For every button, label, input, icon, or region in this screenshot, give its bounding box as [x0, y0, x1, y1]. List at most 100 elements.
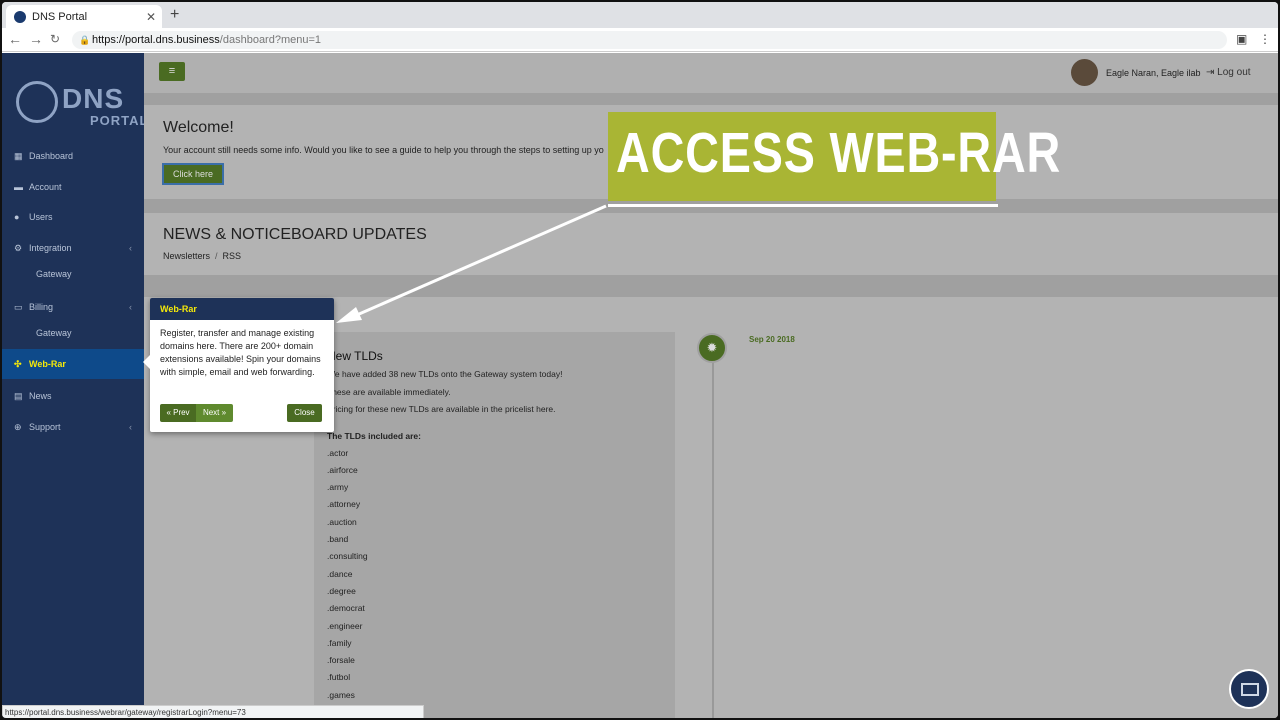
welcome-title: Welcome! [163, 119, 234, 136]
forward-icon[interactable]: → [29, 31, 43, 47]
billing-icon: ▭ [14, 301, 23, 312]
browser-toolbar: ← → ↻ 🔒 https://portal.dns.business/dash… [2, 28, 1278, 52]
tld-list-header: The TLDs included are: [327, 430, 421, 441]
post-date: Sep 20 2018 [749, 335, 795, 344]
support-icon: ⊕ [14, 421, 22, 432]
tld-item: .airforce [327, 464, 358, 475]
logo-mark-icon [16, 81, 58, 123]
extension-icon[interactable]: ▣ [1236, 32, 1247, 46]
sidebar-item-web-rar[interactable]: ✣ Web-Rar [2, 349, 144, 379]
sidebar-item-label: News [29, 391, 52, 401]
news-header-panel: NEWS & NOTICEBOARD UPDATES Newsletters / R… [144, 213, 1278, 275]
logo-dns: DNS [62, 83, 125, 114]
timeline-gear-icon: ✹ [697, 333, 727, 363]
tld-item: .band [327, 534, 349, 544]
user-name[interactable]: Eagle Naran, Eagle ilab [1106, 68, 1201, 78]
dashboard-icon: ▦ [14, 150, 23, 161]
chevron-left-icon: ‹ [129, 302, 132, 312]
sidebar-item-support[interactable]: ⊕ Support ‹ [2, 412, 144, 442]
address-bar[interactable]: 🔒 https://portal.dns.business/dashboard?… [72, 31, 1227, 49]
post-line: We have added 38 new TLDs onto the Gatew… [327, 369, 563, 379]
tld-item: .consulting [327, 551, 368, 562]
popover-body: Register, transfer and manage existing d… [160, 328, 321, 377]
logout-label: Log out [1217, 67, 1251, 78]
close-tab-icon[interactable]: ✕ [146, 10, 156, 24]
new-tab-button[interactable]: + [170, 6, 179, 24]
logout-icon: ⇥ [1206, 67, 1215, 78]
breadcrumb-rss[interactable]: RSS [223, 251, 242, 261]
top-bar: ≡ Eagle Naran, Eagle ilab ⇥ Log out [144, 53, 1278, 93]
welcome-text: Your account still needs some info. Woul… [163, 145, 604, 155]
sidebar-item-account[interactable]: ▬ Account [2, 172, 144, 202]
tld-item: .games [327, 689, 355, 700]
tld-item: .army [327, 482, 349, 493]
post-title: New TLDs [327, 349, 383, 363]
sidebar-item-integration-gateway[interactable]: Gateway [2, 259, 144, 289]
sidebar-item-news[interactable]: ▤ News [2, 381, 144, 411]
next-button[interactable]: Next » [196, 404, 233, 422]
news-icon: ▤ [14, 390, 23, 401]
envelope-icon [1241, 683, 1259, 696]
logo-portal: PORTAL [90, 113, 149, 128]
sidebar-item-label: Web-Rar [29, 359, 66, 369]
tld-item: .democrat [327, 603, 365, 614]
tab-title: DNS Portal [32, 10, 88, 23]
breadcrumb: Newsletters / RSS [163, 251, 242, 261]
browser-menu-icon[interactable]: ⋮ [1259, 32, 1271, 46]
sidebar-item-label: Support [29, 422, 61, 432]
chevron-left-icon: ‹ [129, 422, 132, 432]
close-button[interactable]: Close [287, 404, 322, 422]
prev-button[interactable]: « Prev [160, 404, 196, 422]
tld-item: .futbol [327, 672, 351, 683]
sidebar-item-billing-gateway[interactable]: Gateway [2, 318, 144, 348]
users-icon: ● [14, 212, 20, 222]
web-rar-tour-popover: Web-Rar Register, transfer and manage ex… [143, 298, 334, 432]
reload-icon[interactable]: ↻ [50, 32, 60, 46]
sidebar-item-label: Users [29, 212, 53, 222]
page-title: NEWS & NOTICEBOARD UPDATES [163, 226, 427, 243]
click-here-button[interactable]: Click here [162, 163, 224, 185]
news-post-card: New TLDs We have added 38 new TLDs onto … [314, 332, 675, 718]
avatar[interactable] [1071, 59, 1098, 86]
back-icon[interactable]: ← [8, 31, 22, 47]
sidebar-item-label: Dashboard [29, 151, 74, 161]
breadcrumb-newsletters[interactable]: Newsletters [163, 251, 210, 261]
integration-icon: ⚙ [14, 242, 23, 253]
url-path: /dashboard?menu=1 [219, 34, 322, 46]
url-host: https://portal.dns.business [92, 34, 220, 46]
status-bar-url: https://portal.dns.business/webrar/gatew… [2, 705, 424, 718]
tld-item: .attorney [327, 499, 361, 510]
annotation-underline [608, 204, 998, 207]
tld-item: .actor [327, 447, 349, 458]
sidebar-item-label: Account [29, 182, 62, 192]
annotation-banner: ACCESS WEB-RAR [608, 112, 1060, 201]
timeline-line [712, 341, 714, 718]
lock-icon: 🔒 [79, 35, 91, 45]
popover-title: Web-Rar [150, 298, 334, 320]
tld-item: .family [327, 637, 352, 648]
mail-fab-button[interactable] [1229, 669, 1269, 709]
tld-item: .dance [327, 568, 353, 579]
post-line: Pricing for these new TLDs are available… [327, 404, 556, 414]
chevron-left-icon: ‹ [129, 243, 132, 253]
sidebar-item-label: Billing [29, 302, 54, 312]
annotation-banner-text: ACCESS WEB-RAR [616, 121, 1062, 185]
sidebar-item-label: Gateway [36, 269, 72, 279]
logout-link[interactable]: ⇥ Log out [1206, 67, 1251, 78]
browser-tab[interactable]: DNS Portal ✕ [6, 5, 162, 28]
sidebar-item-label: Integration [29, 243, 72, 253]
tld-item: .forsale [327, 655, 355, 666]
sidebar-item-dashboard[interactable]: ▦ Dashboard [2, 141, 144, 171]
sidebar: DNS PORTAL ▦ Dashboard ▬ Account ● Users ⚙ I… [2, 53, 147, 718]
sidebar-item-users[interactable]: ● Users [2, 202, 144, 232]
web-rar-icon: ✣ [14, 358, 22, 369]
favicon-icon [14, 10, 26, 23]
popover-arrow [143, 355, 150, 369]
tab-bar: DNS Portal ✕ + [2, 2, 1278, 28]
tld-item: .engineer [327, 620, 363, 631]
sidebar-item-label: Gateway [36, 328, 72, 338]
browser-window: DNS Portal ✕ + ← → ↻ 🔒 https://portal.dn… [2, 2, 1278, 718]
post-line: These are available immediately. [327, 386, 451, 397]
menu-toggle-button[interactable]: ≡ [159, 62, 185, 81]
logo[interactable]: DNS PORTAL [16, 75, 147, 131]
